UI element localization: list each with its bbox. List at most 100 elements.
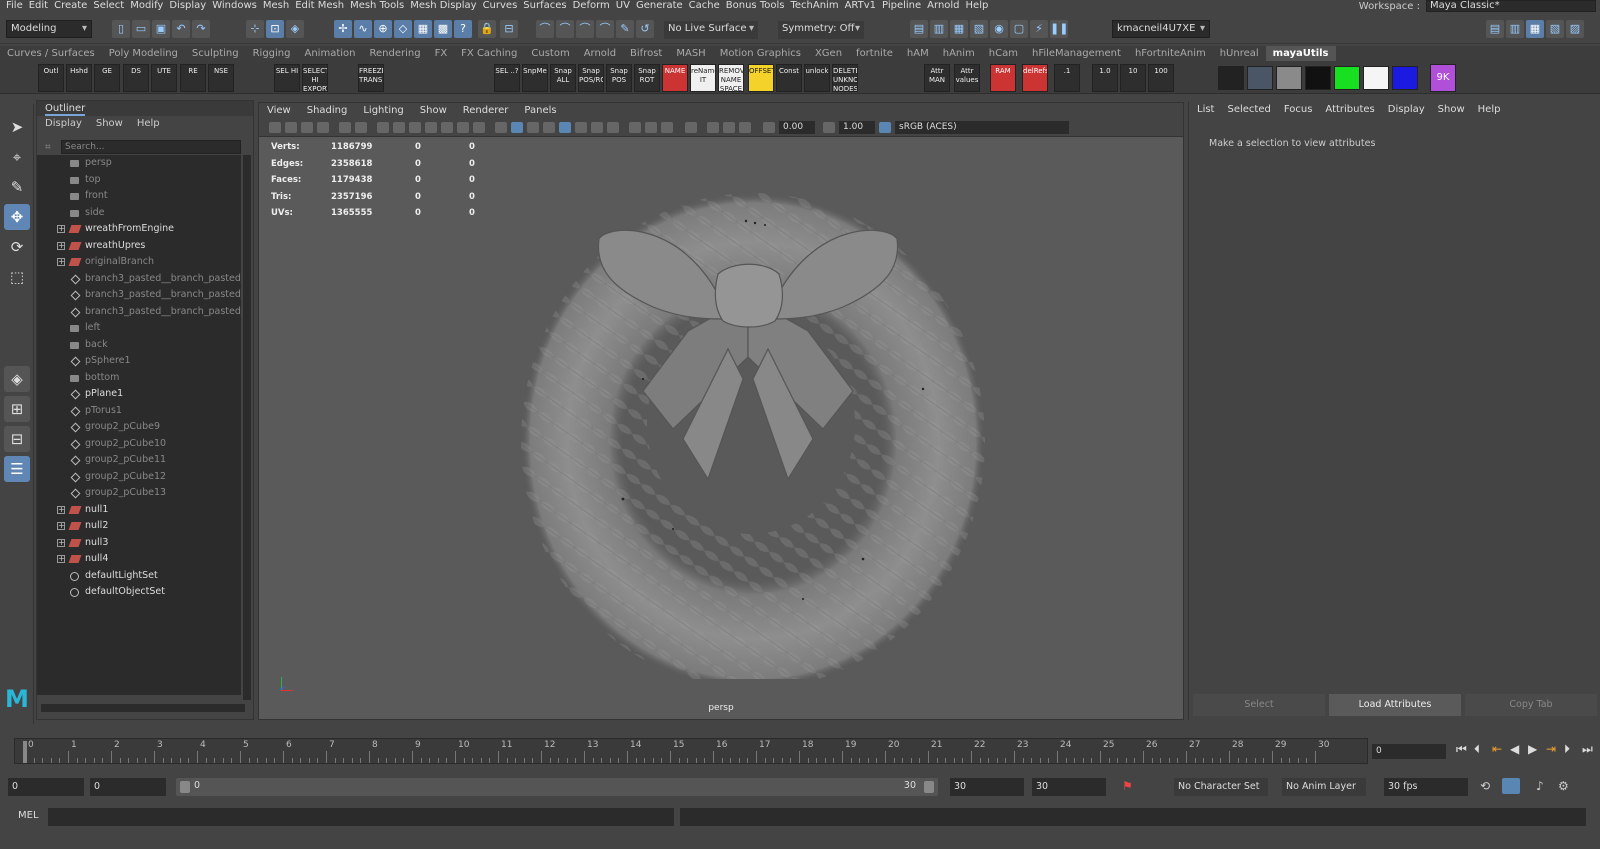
play-forwards-icon[interactable]: ▶ — [1528, 742, 1537, 756]
expand-icon[interactable]: + — [57, 241, 65, 250]
grid-icon[interactable] — [377, 122, 389, 133]
menu-surfaces[interactable]: Surfaces — [523, 0, 566, 11]
fit-selection-icon[interactable] — [723, 122, 735, 133]
exposure-input[interactable]: 0.00 — [779, 121, 815, 134]
animation-start-input[interactable]: 0 — [8, 778, 84, 796]
loop-icon[interactable]: ⟲ — [1480, 779, 1490, 793]
arnold-ipr-icon[interactable]: ⚡ — [1030, 20, 1048, 38]
shelf-button-delete-unknown-nodes[interactable]: DELETE UNKNOWN NODES — [832, 64, 858, 92]
shelf-tab[interactable]: Rendering — [362, 46, 427, 61]
outliner-item[interactable]: + null2 — [37, 518, 241, 535]
outliner-item[interactable]: defaultObjectSet — [37, 584, 241, 601]
step-forward-key-icon[interactable]: ⇥ — [1546, 742, 1556, 756]
shelf-tab[interactable]: Curves / Surfaces — [0, 46, 102, 61]
image-plane-icon[interactable] — [317, 122, 329, 133]
outliner-item[interactable]: top — [37, 172, 241, 189]
camera-select-icon[interactable] — [269, 122, 281, 133]
lock-icon[interactable]: 🔒 — [478, 20, 496, 38]
shelf-button-nse[interactable]: NSE — [208, 64, 234, 92]
outliner-item[interactable]: pTorus1 — [37, 403, 241, 420]
wireframe-icon[interactable] — [495, 122, 507, 133]
step-back-frame-icon[interactable]: ⏴ — [1474, 742, 1480, 757]
menu-help[interactable]: Help — [966, 0, 989, 11]
outliner-item[interactable]: + null3 — [37, 535, 241, 552]
snap-view-plane-icon[interactable]: ◇ — [394, 20, 412, 38]
color-swatch[interactable] — [1334, 66, 1360, 90]
shelf-button-10[interactable]: 10 — [1120, 64, 1146, 92]
menu-select[interactable]: Select — [93, 0, 124, 11]
render-view-icon[interactable]: ▤ — [910, 20, 928, 38]
gamma-input[interactable]: 1.00 — [839, 121, 875, 134]
four-view-icon[interactable]: ⊞ — [4, 396, 30, 422]
attribute-menu-display[interactable]: Display — [1388, 102, 1425, 118]
film-gate-icon[interactable] — [393, 122, 405, 133]
render-current-icon[interactable]: ▥ — [930, 20, 948, 38]
menu-modify[interactable]: Modify — [130, 0, 163, 11]
command-input[interactable] — [48, 808, 674, 826]
outliner-item[interactable]: branch3_pasted__branch_pasted__pc — [37, 304, 241, 321]
exposure-icon[interactable] — [763, 122, 775, 133]
outliner-item[interactable]: pPlane1 — [37, 386, 241, 403]
menu-create[interactable]: Create — [54, 0, 87, 11]
move-tool-icon[interactable]: ✥ — [4, 204, 30, 230]
shelf-tab[interactable]: hAM — [900, 46, 936, 61]
current-time-indicator[interactable] — [23, 741, 27, 763]
outliner-item[interactable]: left — [37, 320, 241, 337]
viewport-panel[interactable]: View Shading Lighting Show Renderer Panels 0.… — [258, 102, 1184, 720]
anim-prefs-icon[interactable]: ⚙ — [1558, 779, 1569, 793]
menu-edit[interactable]: Edit — [29, 0, 48, 11]
outliner-horizontal-scrollbar[interactable] — [41, 704, 245, 712]
attribute-menu-focus[interactable]: Focus — [1284, 102, 1313, 118]
rotate-select-icon[interactable]: ↺ — [636, 20, 654, 38]
outliner-item[interactable]: branch3_pasted__branch_pasted__pc — [37, 271, 241, 288]
sound-icon[interactable]: ♪ — [1536, 779, 1544, 793]
safe-action-icon[interactable] — [457, 122, 469, 133]
gamma-icon[interactable] — [823, 122, 835, 133]
expand-icon[interactable]: + — [57, 538, 65, 547]
shelf-button-outl[interactable]: Outl — [38, 64, 64, 92]
shelf-tab[interactable]: Custom — [524, 46, 576, 61]
shelf-tab[interactable]: Bifrost — [623, 46, 669, 61]
outliner-item[interactable]: pSphere1 — [37, 353, 241, 370]
outliner-item[interactable]: group2_pCube10 — [37, 436, 241, 453]
single-perspective-view-icon[interactable]: ◈ — [4, 366, 30, 392]
grease-pencil-icon[interactable] — [355, 122, 367, 133]
range-start-handle[interactable] — [180, 781, 190, 793]
shelf-button-snap-rot[interactable]: Snap ROT — [634, 64, 660, 92]
shelf-tab[interactable]: fortnite — [849, 46, 900, 61]
animation-end-input[interactable]: 30 — [1032, 778, 1106, 796]
shelf-button-unlock[interactable]: unlock — [804, 64, 830, 92]
modeling-toolkit-icon[interactable]: ▥ — [1506, 20, 1524, 38]
shelf-button-scale[interactable]: 9K — [1430, 64, 1456, 92]
menu-mesh-tools[interactable]: Mesh Tools — [350, 0, 404, 11]
outliner-item[interactable]: group2_pCube13 — [37, 485, 241, 502]
select-camera-icon[interactable] — [685, 122, 697, 133]
arnold-render-icon[interactable]: ▢ — [1010, 20, 1028, 38]
lasso-sub-icon[interactable]: ⌒ — [576, 20, 594, 38]
viewport-menu-panels[interactable]: Panels — [524, 103, 556, 119]
shelf-tab[interactable]: Motion Graphics — [713, 46, 808, 61]
lasso-icon[interactable]: ⌒ — [536, 20, 554, 38]
outliner-item[interactable]: + wreathUpres — [37, 238, 241, 255]
snap-uv-icon[interactable]: ▩ — [434, 20, 452, 38]
paint-select-tool-icon[interactable]: ✎ — [4, 174, 30, 200]
outliner-panel-icon[interactable]: ▦ — [1526, 20, 1544, 38]
shelf-button-ute[interactable]: UTE — [151, 64, 177, 92]
lights-icon[interactable] — [575, 122, 587, 133]
shelf-button-ge[interactable]: GE — [94, 64, 120, 92]
shadows-icon[interactable] — [591, 122, 603, 133]
gate-mask-icon[interactable] — [425, 122, 437, 133]
mode-dropdown[interactable]: Modeling — [6, 20, 92, 38]
menu-display[interactable]: Display — [169, 0, 206, 11]
cache-playback-icon[interactable] — [1502, 778, 1520, 794]
field-chart-icon[interactable] — [441, 122, 453, 133]
expand-icon[interactable]: + — [57, 258, 65, 266]
lasso-add-icon[interactable]: ⌒ — [556, 20, 574, 38]
symmetry-dropdown[interactable]: Symmetry: Off — [778, 21, 864, 39]
shelf-button-re[interactable]: RE — [180, 64, 206, 92]
viewport-menu-lighting[interactable]: Lighting — [363, 103, 403, 119]
command-language-label[interactable]: MEL — [18, 810, 39, 821]
go-to-end-icon[interactable]: ⏭ — [1582, 742, 1593, 757]
filter-icon[interactable]: ⌗ — [45, 142, 51, 153]
history-icon[interactable]: ? — [454, 20, 472, 38]
